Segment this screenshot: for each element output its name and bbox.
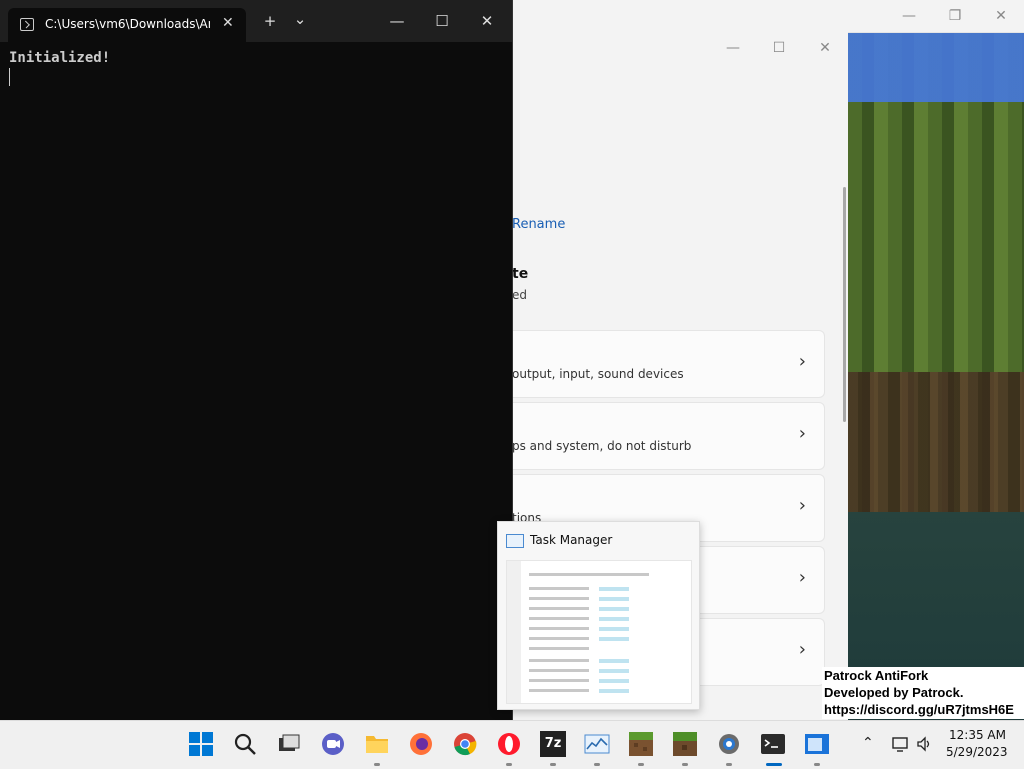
thumbnail-highlight xyxy=(599,597,629,601)
terminal-maximize-button[interactable]: ☐ xyxy=(429,10,455,32)
task-manager-icon xyxy=(506,534,524,548)
minecraft-icon[interactable] xyxy=(672,731,698,757)
running-indicator xyxy=(374,763,380,766)
running-indicator xyxy=(726,763,732,766)
thumbnail-row xyxy=(529,689,589,692)
card-description: output, input, sound devices xyxy=(512,367,684,381)
settings-card-notifications[interactable]: ps and system, do not disturb › xyxy=(512,402,825,470)
thumbnail-highlight xyxy=(599,637,629,641)
game-background xyxy=(848,32,1024,722)
overlay-line: Developed by Patrock. xyxy=(824,685,964,700)
thumbnail-highlight xyxy=(599,607,629,611)
chat-icon[interactable] xyxy=(320,731,346,757)
settings-close-button[interactable]: ✕ xyxy=(810,38,840,58)
running-indicator xyxy=(814,763,820,766)
thumbnail-sidebar xyxy=(507,561,521,703)
chevron-right-icon: › xyxy=(798,423,806,444)
search-icon[interactable] xyxy=(232,731,258,757)
clock-time: 12:35 AM xyxy=(949,728,1006,742)
thumbnail-highlight xyxy=(599,587,629,591)
task-view-icon[interactable] xyxy=(276,731,302,757)
thumbnail-highlight xyxy=(599,627,629,631)
thumbnail-highlight xyxy=(599,659,629,663)
overlay-line: Patrock AntiFork xyxy=(824,668,929,683)
taskmanager-thumbnail[interactable] xyxy=(506,560,692,704)
thumbnail-row xyxy=(529,627,589,630)
folder-icon[interactable] xyxy=(364,731,390,757)
device-subtext: ed xyxy=(512,288,527,302)
taskbar: 7z ⌃ 12:35 AM 5/29/2023 xyxy=(0,720,1024,769)
terminal-tab[interactable]: C:\Users\vm6\Downloads\Anti ✕ xyxy=(8,8,246,42)
network-icon[interactable] xyxy=(892,736,910,752)
running-indicator xyxy=(682,763,688,766)
chevron-right-icon: › xyxy=(798,639,806,660)
volume-icon[interactable] xyxy=(916,736,934,752)
running-indicator xyxy=(594,763,600,766)
tray-chevron-icon[interactable]: ⌃ xyxy=(862,735,874,751)
thumbnail-row xyxy=(529,679,589,682)
thumbnail-highlight xyxy=(599,617,629,621)
terminal-tab-title: C:\Users\vm6\Downloads\Anti xyxy=(45,17,210,31)
thumbnail-row xyxy=(529,573,649,576)
running-indicator xyxy=(506,763,512,766)
settings-scrollbar[interactable] xyxy=(843,187,846,422)
thumbnail-row xyxy=(529,597,589,600)
overlay-line: https://discord.gg/uR7jtmsH6E xyxy=(824,702,1014,717)
task-manager-icon[interactable] xyxy=(584,731,610,757)
terminal-output: Initialized! xyxy=(9,50,111,66)
thumbnail-row xyxy=(529,647,589,650)
thumbnail-highlight xyxy=(599,689,629,693)
thumbnail-row xyxy=(529,587,589,590)
terminal-tabbar: C:\Users\vm6\Downloads\Anti ✕ + ⌄ — ☐ ✕ xyxy=(0,0,512,42)
firefox-icon[interactable] xyxy=(408,731,434,757)
taskmanager-preview[interactable]: Task Manager xyxy=(497,521,700,710)
settings-card-sound[interactable]: output, input, sound devices › xyxy=(512,330,825,398)
settings-minimize-button[interactable]: — xyxy=(718,38,748,58)
thumbnail-row xyxy=(529,637,589,640)
chevron-right-icon: › xyxy=(798,351,806,372)
opera-icon[interactable] xyxy=(496,731,522,757)
card-description: ps and system, do not disturb xyxy=(512,439,692,453)
active-indicator xyxy=(766,763,782,766)
7zip-icon[interactable]: 7z xyxy=(540,731,566,757)
thumbnail-row xyxy=(529,617,589,620)
settings-maximize-button[interactable]: ☐ xyxy=(764,38,794,58)
new-tab-button[interactable]: + xyxy=(257,10,283,32)
windows-icon[interactable] xyxy=(188,731,214,757)
tab-dropdown-button[interactable]: ⌄ xyxy=(287,8,313,30)
thumbnail-row xyxy=(529,659,589,662)
terminal-cursor xyxy=(9,68,10,86)
chevron-right-icon: › xyxy=(798,567,806,588)
minecraft-icon[interactable] xyxy=(628,731,654,757)
thumbnail-highlight xyxy=(599,669,629,673)
running-indicator xyxy=(550,763,556,766)
system-clock[interactable]: 12:35 AM 5/29/2023 xyxy=(946,727,1008,761)
thumbnail-row xyxy=(529,607,589,610)
background-restore-button[interactable]: ❐ xyxy=(940,6,970,26)
antifork-overlay: Patrock AntiFork Developed by Patrock. h… xyxy=(822,667,1024,719)
terminal-icon[interactable] xyxy=(760,731,786,757)
rename-link[interactable]: Rename xyxy=(512,217,565,232)
chevron-right-icon: › xyxy=(798,495,806,516)
game-trunk xyxy=(848,372,1024,512)
blue-window-icon[interactable] xyxy=(804,731,830,757)
gear-icon[interactable] xyxy=(716,731,742,757)
chrome-icon[interactable] xyxy=(452,731,478,757)
background-minimize-button[interactable]: — xyxy=(894,6,924,26)
taskmanager-preview-title: Task Manager xyxy=(530,533,613,547)
terminal-close-button[interactable]: ✕ xyxy=(474,10,500,32)
background-close-button[interactable]: ✕ xyxy=(986,6,1016,26)
terminal-minimize-button[interactable]: — xyxy=(384,10,410,32)
thumbnail-row xyxy=(529,669,589,672)
tab-close-icon[interactable]: ✕ xyxy=(222,15,234,31)
thumbnail-highlight xyxy=(599,679,629,683)
clock-date: 5/29/2023 xyxy=(946,745,1008,759)
terminal-window: C:\Users\vm6\Downloads\Anti ✕ + ⌄ — ☐ ✕ … xyxy=(0,0,513,720)
cmd-icon xyxy=(20,18,34,31)
running-indicator xyxy=(638,763,644,766)
background-window-titlebar: — ❐ ✕ xyxy=(512,0,1024,33)
device-heading: te xyxy=(512,266,529,282)
